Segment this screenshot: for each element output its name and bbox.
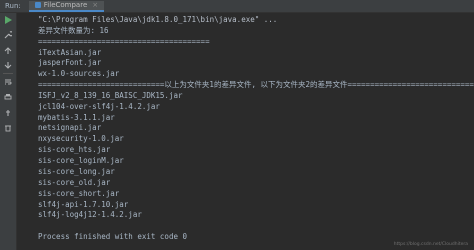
console-line: Process finished with exit code 0 bbox=[38, 232, 188, 241]
console-line: ====================================== bbox=[38, 37, 210, 46]
console-line: "C:\Program Files\Java\jdk1.8.0_171\bin\… bbox=[38, 15, 278, 24]
console-line: nxysecurity-1.0.jar bbox=[38, 134, 124, 143]
console-line: wx-1.0-sources.jar bbox=[38, 69, 120, 78]
console-line: jcl104-over-slf4j-1.4.2.jar bbox=[38, 102, 160, 111]
console-line: sis-core_loginM.jar bbox=[38, 156, 124, 165]
tab-label: FileCompare bbox=[43, 1, 88, 9]
run-label: Run: bbox=[5, 2, 21, 10]
console-line: iTextAsian.jar bbox=[38, 48, 102, 57]
wrench-icon[interactable] bbox=[3, 30, 13, 40]
console-line: netsignapi.jar bbox=[38, 123, 102, 132]
watermark: https://blog.csdn.net/Cloudhitera bbox=[393, 242, 468, 247]
console-line: sis-core_long.jar bbox=[38, 167, 115, 176]
console-line: slf4j-api-1.7.10.jar bbox=[38, 200, 129, 209]
run-tool-window-header: Run: FileCompare × bbox=[0, 0, 474, 13]
delete-icon[interactable] bbox=[3, 123, 13, 133]
soft-wrap-icon[interactable] bbox=[3, 77, 13, 87]
play-icon[interactable] bbox=[3, 15, 13, 25]
console-line: ============================以上为文件夹1的差异文件… bbox=[38, 80, 474, 89]
console-line: slf4j-log4j12-1.4.2.jar bbox=[38, 210, 142, 219]
console-line: mybatis-3.1.1.jar bbox=[38, 113, 115, 122]
application-icon bbox=[34, 2, 41, 8]
tab-filecompare[interactable]: FileCompare × bbox=[28, 0, 105, 12]
console-output[interactable]: "C:\Program Files\Java\jdk1.8.0_171\bin\… bbox=[17, 13, 474, 250]
console-line: sis-core_short.jar bbox=[38, 189, 120, 198]
console-line: 差异文件数量为: 16 bbox=[38, 26, 109, 35]
up-arrow-icon[interactable] bbox=[3, 46, 13, 56]
close-icon[interactable]: × bbox=[92, 1, 98, 9]
run-toolbar bbox=[0, 13, 17, 250]
down-arrow-icon[interactable] bbox=[3, 60, 13, 70]
pin-icon[interactable] bbox=[3, 108, 13, 118]
print-icon[interactable] bbox=[3, 92, 13, 102]
console-line: ISFJ_v2_8_139_16_BAISC_JDK15.jar bbox=[38, 91, 183, 100]
console-line: sis-core_old.jar bbox=[38, 178, 111, 187]
console-line: sis-core_hts.jar bbox=[38, 145, 111, 154]
console-line: jasperFont.jar bbox=[38, 58, 102, 67]
